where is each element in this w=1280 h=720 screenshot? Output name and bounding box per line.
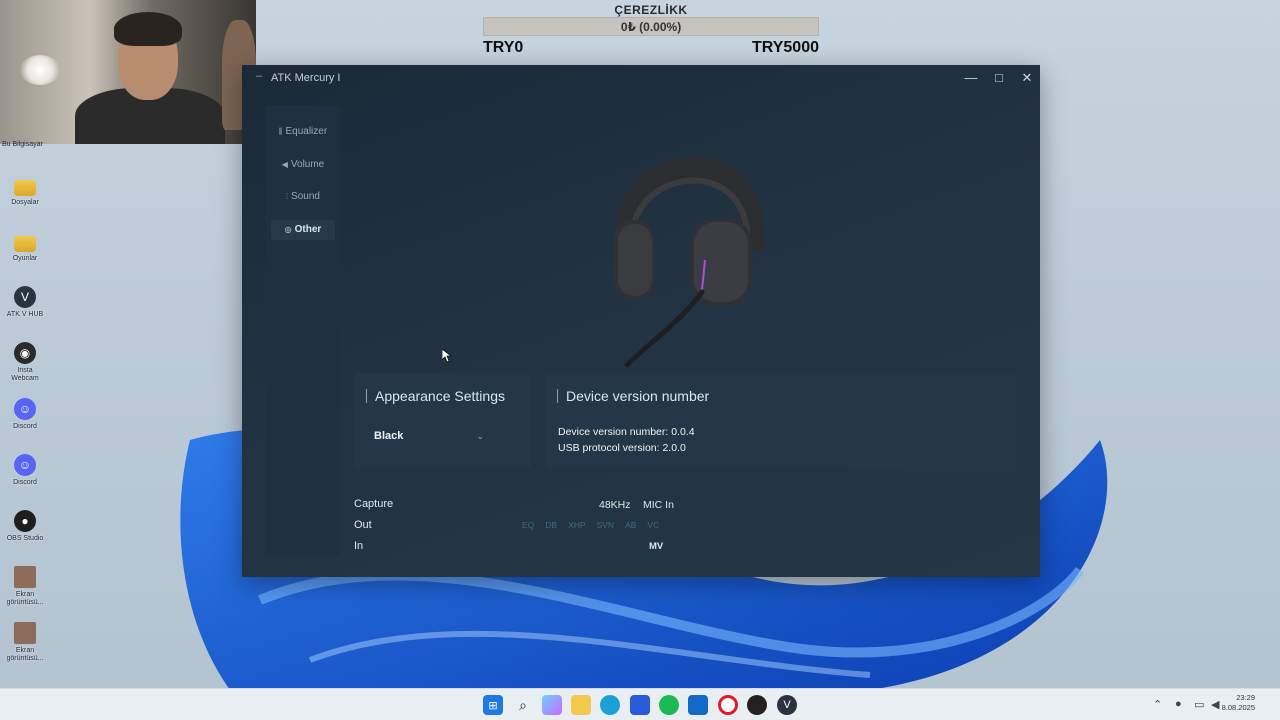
webcam-overlay [0, 0, 256, 144]
search-icon[interactable]: ⌕ [513, 695, 533, 715]
sidebar-item-label: Sound [291, 191, 320, 202]
discord-icon: ☺ [14, 398, 36, 420]
desktop-icon-label: Discord [13, 479, 37, 486]
theme-select[interactable]: Black ⌄ [366, 425, 490, 447]
in-value: MV [649, 541, 664, 552]
desktop-icon-label: Oyunlar [12, 255, 38, 262]
donation-title: ÇEREZLİKK [614, 3, 688, 17]
clock-time: 23:29 [1236, 693, 1255, 702]
store-icon[interactable] [630, 695, 650, 715]
effect-chip-db: DB [545, 520, 558, 530]
sidebar-item-label: Volume [290, 159, 325, 170]
microphone-icon[interactable]: ● [1175, 698, 1182, 710]
desktop-icon[interactable]: Ekran görüntüsü... [3, 622, 47, 663]
donation-progress-bar: 0₺ (0.00%) [483, 17, 819, 36]
in-label: In [354, 540, 364, 552]
chevron-up-icon[interactable]: ⌃ [1153, 698, 1162, 711]
sidebar: ⫼ Equalizer ◀ Volume ⫶ Sound ◎ Other [266, 105, 340, 555]
taskbar: ⊞ ⌕ V ⌃ ● ▭ ◀ 23:29 8.08.2025 [0, 688, 1280, 720]
opera-icon[interactable] [718, 695, 738, 715]
out-effects: EQ DB XHP SVN AB VC [522, 520, 659, 530]
maximize-button[interactable]: □ [988, 69, 1010, 87]
clock[interactable]: 23:29 8.08.2025 [1222, 693, 1255, 713]
desktop-icon-label: Ekran görüntüsü... [6, 647, 44, 662]
speaker-icon[interactable]: ◀ [1211, 698, 1219, 711]
settings-icon: ◎ [284, 225, 292, 234]
sidebar-item-volume[interactable]: ◀ Volume [271, 155, 335, 175]
sidebar-item-label: Other [294, 224, 322, 235]
sidebar-item-label: Equalizer [285, 126, 328, 137]
folder-icon [14, 236, 36, 252]
desktop-icon[interactable]: V ATK V HUB [3, 286, 47, 319]
desktop-icon-label: Discord [13, 423, 37, 430]
device-version-text: Device version number: 0.0.4 [558, 426, 695, 438]
mouse-cursor-icon [442, 349, 452, 363]
sidebar-item-equalizer[interactable]: ⫼ Equalizer [271, 122, 335, 142]
equalizer-icon: ⫼ [278, 127, 283, 136]
donation-progress-text: 0₺ (0.00%) [620, 20, 682, 34]
screenshot-file-icon [14, 566, 36, 588]
title-bar[interactable]: – ATK Mercury I — □ ✕ [242, 65, 1040, 91]
edge-icon[interactable] [600, 695, 620, 715]
chevron-down-icon: ⌄ [476, 431, 484, 441]
device-version-title: Device version number [557, 389, 709, 403]
window-title: ATK Mercury I [271, 72, 341, 84]
headset-image [614, 156, 764, 368]
desktop-icon-label-this-pc[interactable]: Bu Bilgisayar [2, 141, 43, 148]
desktop-icon[interactable]: ● OBS Studio [3, 510, 47, 543]
donation-widget: ÇEREZLİKK 0₺ (0.00%) TRY0 TRY5000 [483, 0, 819, 60]
copilot-icon[interactable] [542, 695, 562, 715]
capture-rate: 48KHz [599, 499, 631, 511]
usb-version-text: USB protocol version: 2.0.0 [558, 442, 686, 454]
donation-max: TRY5000 [752, 39, 819, 56]
desktop-icon-label: Ekran görüntüsü... [6, 591, 44, 606]
capture-source: MIC In [643, 499, 674, 511]
webcam-app-icon: ◉ [14, 342, 36, 364]
effect-chip-vc: VC [647, 520, 660, 530]
capture-label: Capture [354, 498, 394, 510]
atk-app-icon: V [14, 286, 36, 308]
appearance-settings-title: Appearance Settings [366, 389, 505, 403]
effect-chip-xhp: XHP [568, 520, 586, 530]
device-version-panel: Device version number Device version num… [545, 373, 1015, 469]
screenshot-file-icon [14, 622, 36, 644]
donation-min: TRY0 [483, 39, 524, 56]
obs-icon: ● [14, 510, 36, 532]
effect-chip-svn: SVN [596, 520, 615, 530]
sidebar-item-sound[interactable]: ⫶ Sound [271, 187, 335, 207]
file-explorer-icon[interactable] [571, 695, 591, 715]
volume-icon: ◀ [281, 160, 288, 169]
discord-icon: ☺ [14, 454, 36, 476]
network-icon[interactable]: ▭ [1194, 698, 1204, 711]
app-menu-icon[interactable]: – [256, 70, 262, 82]
minimize-button[interactable]: — [960, 69, 982, 87]
desktop-icon-label: OBS Studio [6, 535, 44, 542]
appearance-settings-panel: Appearance Settings Black ⌄ [354, 373, 531, 469]
obs-icon[interactable] [747, 695, 767, 715]
outlook-icon[interactable] [688, 695, 708, 715]
desktop-icon[interactable]: Ekran görüntüsü... [3, 566, 47, 607]
desktop-icon[interactable]: ◉ Insta Webcam [3, 342, 47, 383]
atk-app-icon[interactable]: V [777, 695, 797, 715]
effect-chip-ab: AB [625, 520, 637, 530]
start-icon[interactable]: ⊞ [483, 695, 503, 715]
clock-date: 8.08.2025 [1221, 703, 1255, 712]
desktop-icon-label: ATK V HUB [6, 311, 44, 318]
close-button[interactable]: ✕ [1016, 69, 1038, 87]
desktop-icon-label: Dosyalar [11, 199, 39, 206]
out-label: Out [354, 519, 372, 531]
sidebar-item-other[interactable]: ◎ Other [271, 220, 335, 240]
theme-select-value: Black [374, 430, 404, 442]
desktop-icon[interactable]: ☺ Discord [3, 398, 47, 431]
spotify-icon[interactable] [659, 695, 679, 715]
desktop-icon-label: Insta Webcam [11, 367, 39, 382]
desktop-icon[interactable]: Dosyalar [3, 176, 47, 207]
atk-app-window: – ATK Mercury I — □ ✕ ⫼ Equalizer ◀ Volume… [242, 65, 1040, 577]
folder-icon [14, 180, 36, 196]
effect-chip-eq: EQ [522, 520, 535, 530]
desktop-icon[interactable]: ☺ Discord [3, 454, 47, 487]
desktop-icon[interactable]: Oyunlar [3, 232, 47, 263]
sound-icon: ⫶ [286, 192, 289, 201]
